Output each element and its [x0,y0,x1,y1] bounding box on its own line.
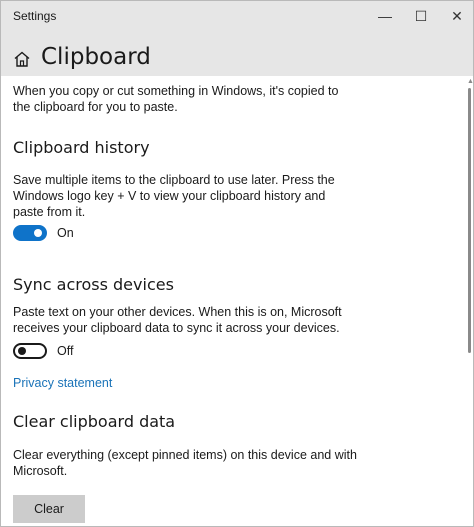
intro-text: When you copy or cut something in Window… [13,84,339,114]
minimize-button[interactable]: — [365,1,405,31]
sync-toggle-label: Off [57,344,74,358]
toggle-knob [34,229,42,237]
maximize-icon: ☐ [414,7,428,24]
close-button[interactable]: ✕ [437,1,473,31]
clear-data-description: Clear everything (except pinned items) o… [13,448,357,478]
app-title: Settings [13,9,57,23]
maximize-button[interactable]: ☐ [401,1,441,31]
home-icon[interactable] [13,50,31,68]
scroll-thumb[interactable] [468,88,471,353]
sync-description: Paste text on your other devices. When t… [13,305,342,335]
privacy-statement-link[interactable]: Privacy statement [13,376,112,390]
toggle-knob [18,347,26,355]
clear-data-heading: Clear clipboard data [13,412,176,431]
sync-toggle[interactable] [13,343,47,359]
clipboard-history-toggle-label: On [57,226,74,240]
title-bar[interactable]: Settings — ☐ ✕ [1,1,473,31]
sync-heading: Sync across devices [13,275,174,294]
clipboard-history-description: Save multiple items to the clipboard to … [13,173,335,219]
close-icon: ✕ [451,7,463,24]
minimize-icon: — [378,8,392,24]
settings-window: Settings — ☐ ✕ Clipboard When you copy o… [0,0,474,527]
sync-toggle-row: Off [13,343,73,359]
clear-button[interactable]: Clear [13,495,85,523]
clipboard-history-heading: Clipboard history [13,138,150,157]
page-title: Clipboard [41,44,151,70]
scroll-up-arrow-icon[interactable]: ▲ [467,78,473,86]
scrollbar[interactable]: ▲ [467,76,473,526]
clipboard-history-toggle[interactable] [13,225,47,241]
clipboard-history-toggle-row: On [13,225,74,241]
